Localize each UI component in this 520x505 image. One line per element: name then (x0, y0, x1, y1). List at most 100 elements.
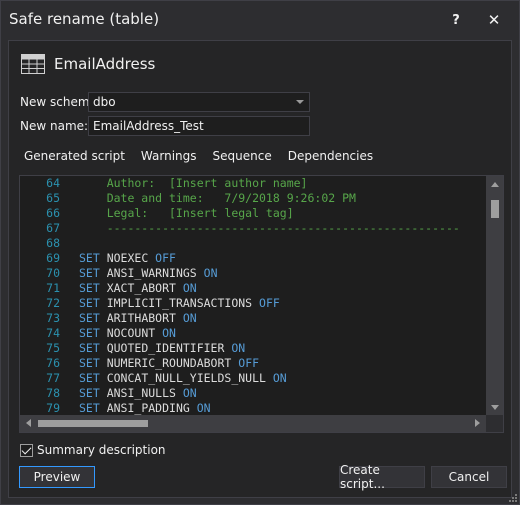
preview-button[interactable]: Preview (19, 466, 95, 488)
code-text: SET CONCAT_NULL_YIELDS_NULL ON (79, 371, 287, 386)
sql-comment: Author: [Insert author name] (79, 176, 308, 190)
sql-identifier: ANSI_PADDING (99, 401, 197, 415)
scrollbar-corner (486, 415, 503, 432)
line-number: 69 (46, 251, 60, 265)
sql-identifier: ARITHABORT (99, 311, 183, 325)
vertical-scroll-thumb[interactable] (491, 200, 499, 218)
schema-dropdown[interactable]: dbo (88, 92, 310, 112)
sql-keyword: SET (79, 341, 100, 355)
code-line[interactable]: 77 SET CONCAT_NULL_YIELDS_NULL ON (20, 371, 484, 386)
code-line[interactable]: 68 (20, 236, 484, 251)
sql-identifier: XACT_ABORT (99, 281, 183, 295)
tab-strip: Generated script Warnings Sequence Depen… (16, 147, 381, 165)
sql-identifier: ANSI_NULLS (99, 386, 183, 400)
close-button[interactable]: ✕ (481, 8, 507, 32)
code-line[interactable]: 65 Date and time: 7/9/2018 9:26:02 PM (20, 191, 484, 206)
code-line[interactable]: 70 SET ANSI_WARNINGS ON (20, 266, 484, 281)
script-editor[interactable]: 64 Author: [Insert author name] 65 Date a… (19, 175, 504, 433)
code-text: SET IMPLICIT_TRANSACTIONS OFF (79, 296, 280, 311)
code-text: SET XACT_ABORT ON (79, 281, 197, 296)
sql-keyword: SET (79, 296, 100, 310)
code-line[interactable]: 69 SET NOEXEC OFF (20, 251, 484, 266)
scroll-right-icon[interactable] (475, 419, 480, 427)
help-button[interactable]: ? (443, 8, 469, 32)
resize-grip-icon[interactable] (509, 494, 517, 502)
summary-description-option[interactable]: Summary description (20, 443, 166, 457)
line-number: 64 (46, 176, 60, 190)
code-line[interactable]: 73 SET ARITHABORT ON (20, 311, 484, 326)
code-line[interactable]: 71 SET XACT_ABORT ON (20, 281, 484, 296)
sql-keyword: ON (162, 326, 176, 340)
code-text: SET ANSI_NULLS ON (79, 386, 197, 401)
code-line[interactable]: 67 -------------------------------------… (20, 221, 484, 236)
sql-comment: Legal: [Insert legal tag] (79, 206, 294, 220)
content-panel: EmailAddress New schema: dbo New name: G… (8, 40, 512, 498)
line-number: 71 (46, 281, 60, 295)
code-line[interactable]: 64 Author: [Insert author name] (20, 176, 484, 191)
dialog-title: Safe rename (table) (9, 10, 160, 28)
code-line[interactable]: 79 SET ANSI_PADDING ON (20, 401, 484, 416)
sql-keyword: SET (79, 326, 100, 340)
horizontal-scroll-thumb[interactable] (38, 420, 148, 427)
line-number: 77 (46, 371, 60, 385)
code-line[interactable]: 74 SET NOCOUNT ON (20, 326, 484, 341)
script-code[interactable]: 64 Author: [Insert author name] 65 Date a… (20, 176, 484, 416)
code-line[interactable]: 78 SET ANSI_NULLS ON (20, 386, 484, 401)
line-number: 66 (46, 206, 60, 220)
code-line[interactable]: 75 SET QUOTED_IDENTIFIER ON (20, 341, 484, 356)
code-line[interactable]: 66 Legal: [Insert legal tag] (20, 206, 484, 221)
code-text: ----------------------------------------… (79, 221, 460, 236)
sql-identifier: IMPLICIT_TRANSACTIONS (99, 296, 260, 310)
line-number: 67 (46, 221, 60, 235)
line-number: 75 (46, 341, 60, 355)
code-text: SET NOEXEC OFF (79, 251, 176, 266)
line-number: 74 (46, 326, 60, 340)
horizontal-scrollbar[interactable] (20, 415, 486, 432)
sql-keyword: ON (182, 281, 197, 295)
scroll-left-icon[interactable] (26, 419, 31, 427)
vertical-scrollbar[interactable] (486, 176, 503, 416)
schema-value: dbo (93, 95, 116, 109)
tab-warnings[interactable]: Warnings (133, 147, 205, 165)
line-number: 79 (46, 401, 60, 415)
tab-sequence[interactable]: Sequence (205, 147, 280, 165)
chevron-down-icon[interactable] (296, 100, 304, 104)
code-line[interactable]: 76 SET NUMERIC_ROUNDABORT OFF (20, 356, 484, 371)
code-text: SET ARITHABORT ON (79, 311, 197, 326)
object-name: EmailAddress (54, 55, 156, 73)
tab-generated-script[interactable]: Generated script (16, 147, 133, 165)
line-number: 72 (46, 296, 60, 310)
title-bar[interactable]: Safe rename (table) ? ✕ (1, 1, 519, 39)
sql-keyword: SET (79, 251, 100, 265)
sql-keyword: ON (182, 386, 197, 400)
summary-description-checkbox[interactable] (20, 443, 33, 457)
sql-keyword: ON (196, 401, 211, 415)
scroll-down-icon[interactable] (491, 405, 499, 410)
sql-identifier: NOEXEC (99, 251, 156, 265)
sql-keyword: OFF (238, 356, 260, 370)
code-text: Legal: [Insert legal tag] (79, 206, 294, 221)
new-name-label: New name: (20, 119, 89, 133)
sql-keyword: SET (79, 311, 100, 325)
code-line[interactable]: 72 SET IMPLICIT_TRANSACTIONS OFF (20, 296, 484, 311)
line-number: 70 (46, 266, 60, 280)
line-number: 68 (46, 236, 60, 250)
create-script-button[interactable]: Create script... (339, 463, 425, 491)
code-text: SET NOCOUNT ON (79, 326, 176, 341)
safe-rename-dialog: Safe rename (table) ? ✕ EmailAddress New… (0, 0, 520, 505)
sql-identifier: ANSI_WARNINGS (99, 266, 204, 280)
code-text: Date and time: 7/9/2018 9:26:02 PM (79, 191, 356, 206)
sql-keyword: SET (79, 386, 100, 400)
summary-description-label: Summary description (37, 443, 166, 457)
tab-dependencies[interactable]: Dependencies (280, 147, 381, 165)
sql-keyword: ON (203, 266, 218, 280)
sql-keyword: SET (79, 401, 100, 415)
new-name-input[interactable] (88, 116, 310, 136)
cancel-button[interactable]: Cancel (431, 466, 507, 488)
sql-identifier: NUMERIC_ROUNDABORT (99, 356, 239, 370)
scroll-up-icon[interactable] (491, 182, 499, 187)
sql-keyword: SET (79, 281, 100, 295)
line-number: 78 (46, 386, 60, 400)
sql-keyword: ON (182, 311, 197, 325)
sql-keyword: ON (231, 341, 246, 355)
